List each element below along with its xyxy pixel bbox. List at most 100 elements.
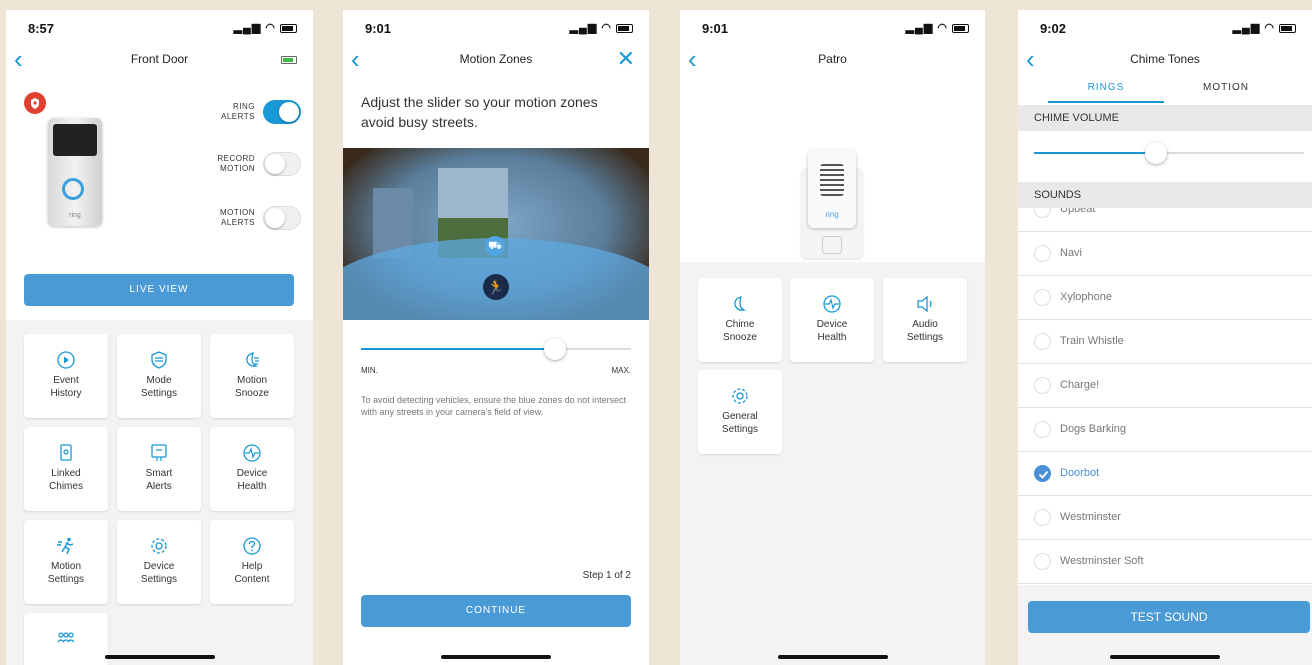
battery-icon (952, 23, 969, 33)
tile-smart-alerts[interactable]: Smart Alerts (117, 427, 201, 511)
radio-icon[interactable] (1034, 208, 1051, 218)
speaker-icon (917, 295, 932, 313)
home-indicator (777, 655, 888, 659)
motion-alerts-toggle[interactable] (263, 206, 301, 230)
status-icons: ▂▄▆ ◠ (234, 21, 297, 34)
radio-icon[interactable] (1034, 553, 1051, 570)
sensitivity-slider[interactable] (361, 338, 631, 360)
tile-shared-users[interactable] (24, 613, 108, 665)
tile-label: Help Content (234, 561, 270, 585)
sound-option-label: Train Whistle (1060, 335, 1124, 347)
tile-label: Motion Snooze (235, 375, 269, 399)
status-bar: 8:57 ▂▄▆ ◠ (6, 10, 313, 44)
chime-device-image: ring (800, 150, 864, 260)
continue-button[interactable]: CONTINUE (361, 595, 631, 627)
mode-shield-icon (151, 351, 167, 369)
car-zone-icon: ⛟ (485, 236, 505, 256)
page-title: Motion Zones (459, 52, 533, 66)
ring-alerts-toggle[interactable] (263, 100, 301, 124)
tab-rings[interactable]: RINGS (1048, 82, 1164, 93)
tab-motion[interactable]: MOTION (1168, 82, 1284, 93)
home-indicator (104, 655, 215, 659)
tile-general-settings[interactable]: General Settings (698, 370, 782, 454)
record-red-icon[interactable] (24, 92, 46, 114)
sound-list: Upbeat Navi Xylophone Train Whistle Charge! D… (1018, 208, 1312, 585)
tile-help-content[interactable]: Help Content (210, 520, 294, 604)
users-icon (57, 632, 75, 643)
radio-icon[interactable] (1034, 509, 1051, 526)
tile-motion-settings[interactable]: Motion Settings (24, 520, 108, 604)
sound-option-row[interactable]: Dogs Barking (1018, 408, 1312, 452)
tile-label: Smart Alerts (145, 468, 173, 492)
close-icon[interactable]: ✕ (617, 48, 635, 70)
tile-label: Mode Settings (140, 375, 178, 399)
gear-icon (732, 388, 748, 404)
test-sound-button[interactable]: TEST SOUND (1028, 601, 1310, 633)
tile-device-health[interactable]: Device Health (210, 427, 294, 511)
checkmark-icon[interactable] (1034, 465, 1051, 482)
ring-alerts-label: RING ALERTS (221, 102, 255, 121)
volume-slider[interactable] (1034, 142, 1304, 164)
tile-motion-snooze[interactable]: Motion Snooze (210, 334, 294, 418)
smart-alert-icon (151, 444, 167, 461)
radio-icon[interactable] (1034, 377, 1051, 394)
sound-option-row[interactable]: Train Whistle (1018, 320, 1312, 364)
battery-icon (616, 23, 633, 33)
tile-label: Device Settings (140, 561, 178, 585)
tile-chime-snooze[interactable]: Chime Snooze (698, 278, 782, 362)
sound-option-row[interactable]: Doorbot (1018, 452, 1312, 496)
tile-mode-settings[interactable]: Mode Settings (117, 334, 201, 418)
chime-brand: ring (825, 210, 839, 219)
tile-device-health[interactable]: Device Health (790, 278, 874, 362)
sound-option-row[interactable]: Charge! (1018, 364, 1312, 408)
page-title: Patro (818, 52, 847, 66)
home-indicator (441, 655, 551, 659)
nav-bar: ‹ Motion Zones ✕ (343, 44, 649, 74)
status-time: 9:01 (365, 21, 392, 36)
moon-lines-icon (246, 352, 259, 367)
radio-icon[interactable] (1034, 245, 1051, 262)
slider-knob[interactable] (1144, 142, 1167, 164)
step-indicator: Step 1 of 2 (582, 570, 631, 581)
status-bar: 9:01 ▂▄▆ ◠ (343, 10, 649, 44)
sound-option-label: Upbeat (1060, 208, 1096, 215)
motion-alerts-label: MOTION ALERTS (220, 208, 255, 227)
person-zone-icon: 🏃 (483, 274, 509, 300)
battery-icon (280, 23, 297, 33)
tile-label: Linked Chimes (49, 468, 83, 492)
sound-option-row[interactable]: Westminster (1018, 496, 1312, 540)
sound-option-row[interactable]: Upbeat (1018, 208, 1312, 232)
tile-label: Device Health (816, 319, 848, 343)
radio-icon[interactable] (1034, 421, 1051, 438)
status-icons: ▂▄▆ ◠ (1233, 21, 1296, 34)
tiles-area: Event History Mode Settings Motion Snooz… (6, 320, 313, 665)
slider-knob[interactable] (544, 338, 567, 360)
slider-min-label: MIN. (361, 366, 378, 375)
sound-option-row[interactable]: Navi (1018, 232, 1312, 276)
nav-bar: ‹ Patro (680, 44, 985, 74)
doorbell-brand: ring (69, 212, 81, 219)
tile-device-settings[interactable]: Device Settings (117, 520, 201, 604)
live-view-button[interactable]: LIVE VIEW (24, 274, 294, 306)
patro-screen: 9:01 ▂▄▆ ◠ ‹ Patro ring Chime Snooze Dev… (680, 10, 985, 665)
sound-option-row[interactable]: Xylophone (1018, 276, 1312, 320)
tab-rings-underline (1048, 101, 1164, 103)
doorbell-image: ring (48, 118, 102, 226)
record-motion-toggle[interactable] (263, 152, 301, 176)
radio-icon[interactable] (1034, 333, 1051, 350)
sound-option-label: Westminster (1060, 511, 1121, 523)
radio-icon[interactable] (1034, 289, 1051, 306)
pulse-icon (823, 295, 841, 313)
chime-volume-label: CHIME VOLUME (1034, 112, 1119, 124)
page-title: Chime Tones (1130, 52, 1200, 66)
tile-audio-settings[interactable]: Audio Settings (883, 278, 967, 362)
chime-icon (60, 444, 72, 461)
tile-linked-chimes[interactable]: Linked Chimes (24, 427, 108, 511)
tile-label: Event History (50, 375, 82, 399)
status-time: 9:02 (1040, 21, 1067, 36)
sound-option-label: Charge! (1060, 379, 1100, 391)
pulse-icon (243, 444, 261, 462)
sound-option-label: Navi (1060, 247, 1083, 259)
tile-event-history[interactable]: Event History (24, 334, 108, 418)
sound-option-row[interactable]: Westminster Soft (1018, 540, 1312, 584)
